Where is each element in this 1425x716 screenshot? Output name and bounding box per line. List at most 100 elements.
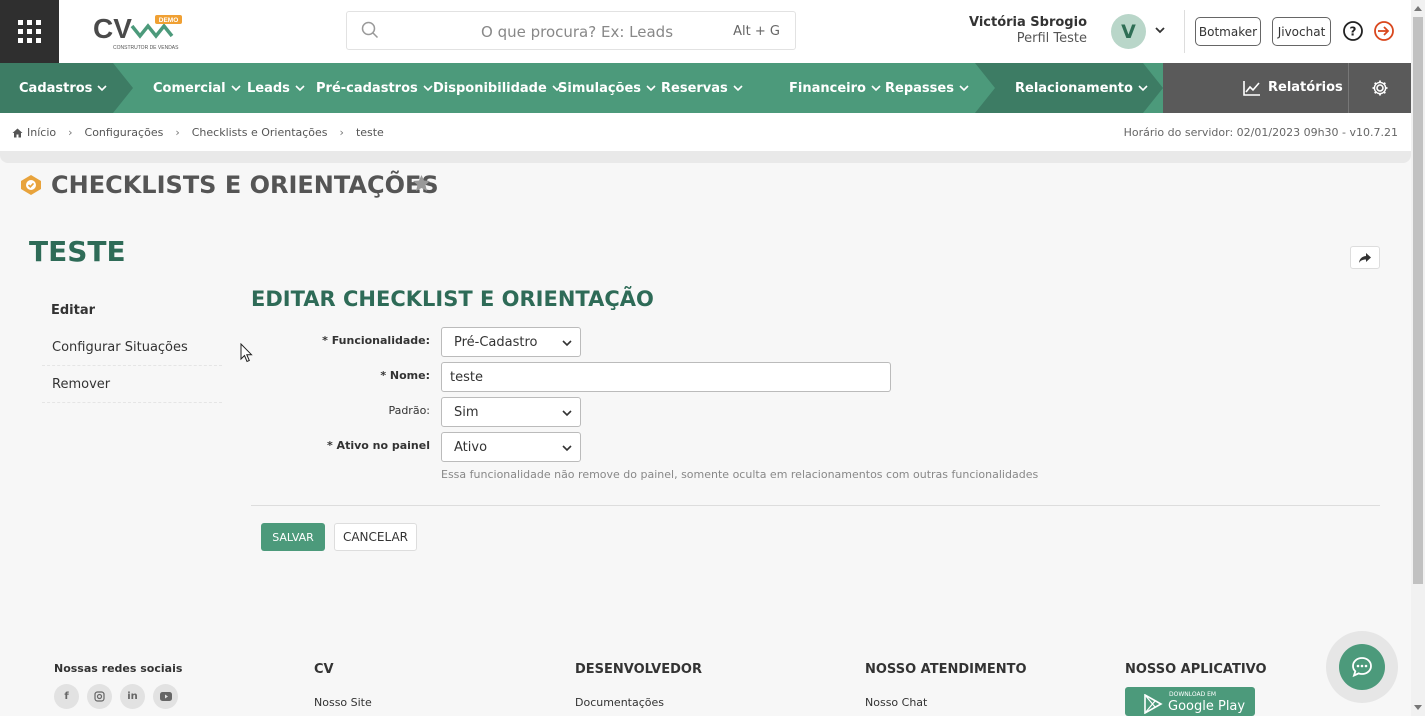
search-shortcut: Alt + G <box>733 24 780 39</box>
star-icon[interactable] <box>412 174 431 192</box>
nav-label: Cadastros <box>19 80 93 96</box>
nav-relatorios-label: Relatórios <box>1268 80 1343 95</box>
ativo-select[interactable]: Ativo <box>441 432 581 462</box>
funcionalidade-label: * Funcionalidade: <box>322 334 430 347</box>
ativo-value: Ativo <box>454 440 488 455</box>
form-title: EDITAR CHECKLIST E ORIENTAÇÃO <box>251 287 654 311</box>
nav-relacionamento[interactable]: Relacionamento <box>1015 63 1148 113</box>
google-play-label: Google Play <box>1168 699 1246 714</box>
nav-relatorios[interactable]: Relatórios <box>1163 63 1348 113</box>
botmaker-button[interactable]: Botmaker <box>1195 17 1261 46</box>
side-item-configurar-situacoes[interactable]: Configurar Situações <box>42 329 222 366</box>
chevron-down-icon <box>562 445 572 452</box>
padrao-value: Sim <box>454 405 479 420</box>
record-title: TESTE <box>29 235 126 268</box>
nav-label: Financeiro <box>789 80 866 96</box>
ativo-label: * Ativo no painel <box>326 439 430 452</box>
footer-link-docs[interactable]: Documentações <box>575 696 664 709</box>
nav-repasses[interactable]: Repasses <box>885 63 969 113</box>
chevron-down-icon[interactable] <box>1154 24 1166 36</box>
logout-icon[interactable] <box>1373 20 1395 42</box>
google-play-badge[interactable]: DOWNLOAD EM Google Play <box>1125 687 1255 716</box>
nav-label: Disponibilidade <box>433 80 547 96</box>
nav-cadastros[interactable]: Cadastros <box>19 63 108 113</box>
chevron-down-icon <box>423 85 433 92</box>
footer-dev-title: DESENVOLVEDOR <box>575 662 702 677</box>
chat-button[interactable] <box>1339 644 1385 690</box>
nav-leads[interactable]: Leads <box>247 63 305 113</box>
breadcrumb-checklists[interactable]: Checklists e Orientações <box>192 126 328 139</box>
breadcrumb-bar: Início › Configurações › Checklists e Or… <box>0 113 1411 153</box>
chevron-down-icon <box>1138 85 1148 92</box>
share-button[interactable] <box>1350 246 1380 269</box>
divider <box>1184 10 1185 53</box>
server-info: Horário do servidor: 02/01/2023 09h30 - … <box>1123 126 1398 139</box>
footer-link-site[interactable]: Nosso Site <box>314 696 372 709</box>
help-icon[interactable]: ? <box>1342 20 1364 42</box>
user-name[interactable]: Victória Sbrogio <box>969 15 1087 30</box>
nav-label: Relacionamento <box>1015 80 1133 96</box>
nav-pre-cadastros[interactable]: Pré-cadastros <box>316 63 433 113</box>
nav-reservas[interactable]: Reservas <box>661 63 743 113</box>
chevron-down-icon <box>97 85 108 92</box>
footer-link-chat[interactable]: Nosso Chat <box>865 696 927 709</box>
chevron-down-icon <box>562 410 572 417</box>
home-icon <box>12 128 23 137</box>
facebook-icon[interactable]: f <box>54 684 79 709</box>
nav-disponibilidade[interactable]: Disponibilidade <box>433 63 562 113</box>
chevron-right-icon: › <box>68 126 73 139</box>
main-nav: Cadastros Comercial Leads Pré-cadastros … <box>0 63 1411 113</box>
cancel-button[interactable]: CANCELAR <box>334 523 417 551</box>
global-search[interactable]: O que procura? Ex: Leads Alt + G <box>346 11 796 50</box>
breadcrumb-home[interactable]: Início <box>27 126 56 139</box>
padrao-select[interactable]: Sim <box>441 397 581 427</box>
chevron-down-icon <box>295 85 305 92</box>
logo-subtitle: CONSTRUTOR DE VENDAS <box>113 45 179 51</box>
chevron-down-icon <box>733 85 743 92</box>
chart-line-icon <box>1243 81 1260 96</box>
nav-simulacoes[interactable]: Simulações <box>558 63 656 113</box>
jivochat-button[interactable]: Jivochat <box>1272 17 1331 46</box>
save-button[interactable]: SALVAR <box>261 523 325 551</box>
footer-support-title: NOSSO ATENDIMENTO <box>865 662 1027 677</box>
breadcrumb: Início › Configurações › Checklists e Or… <box>12 126 384 139</box>
breadcrumb-current: teste <box>355 126 384 139</box>
avatar[interactable]: V <box>1111 14 1146 49</box>
youtube-icon[interactable] <box>153 684 178 709</box>
divider <box>0 151 1411 163</box>
grid-icon <box>18 20 41 43</box>
linkedin-icon[interactable]: in <box>120 684 145 709</box>
nav-financeiro[interactable]: Financeiro <box>789 63 881 113</box>
nav-comercial[interactable]: Comercial <box>153 63 241 113</box>
scrollbar-thumb[interactable] <box>1413 17 1423 584</box>
nav-label: Reservas <box>661 80 728 96</box>
nav-label: Simulações <box>558 80 642 96</box>
chevron-down-icon <box>231 85 241 92</box>
logo-text: CV <box>93 13 132 44</box>
divider <box>251 505 1380 506</box>
side-item-editar[interactable]: Editar <box>42 292 222 329</box>
side-item-remover[interactable]: Remover <box>42 366 222 403</box>
ativo-hint: Essa funcionalidade não remove do painel… <box>441 468 1039 481</box>
nav-label: Leads <box>247 80 290 96</box>
settings-button[interactable] <box>1348 63 1411 113</box>
scroll-down-arrow[interactable] <box>1411 700 1425 716</box>
instagram-icon[interactable] <box>87 684 112 709</box>
chevron-down-icon <box>871 85 881 92</box>
google-play-caption: DOWNLOAD EM <box>1169 691 1217 698</box>
checklist-icon <box>21 175 41 195</box>
breadcrumb-configuracoes[interactable]: Configurações <box>85 126 164 139</box>
nome-input[interactable]: teste <box>441 362 891 392</box>
search-placeholder: O que procura? Ex: Leads <box>481 23 674 41</box>
side-menu: Editar Configurar Situações Remover <box>42 292 222 403</box>
chevron-right-icon: › <box>175 126 180 139</box>
play-store-icon <box>1144 694 1163 714</box>
footer-social-title: Nossas redes sociais <box>54 662 183 675</box>
apps-menu-button[interactable] <box>0 0 59 63</box>
funcionalidade-value: Pré-Cadastro <box>454 335 538 350</box>
scroll-up-arrow[interactable] <box>1411 0 1425 16</box>
nav-label: Repasses <box>885 80 954 96</box>
cv-logo[interactable]: CV DEMO CONSTRUTOR DE VENDAS <box>92 12 187 52</box>
chevron-down-icon <box>646 85 656 92</box>
funcionalidade-select[interactable]: Pré-Cadastro <box>441 327 581 357</box>
